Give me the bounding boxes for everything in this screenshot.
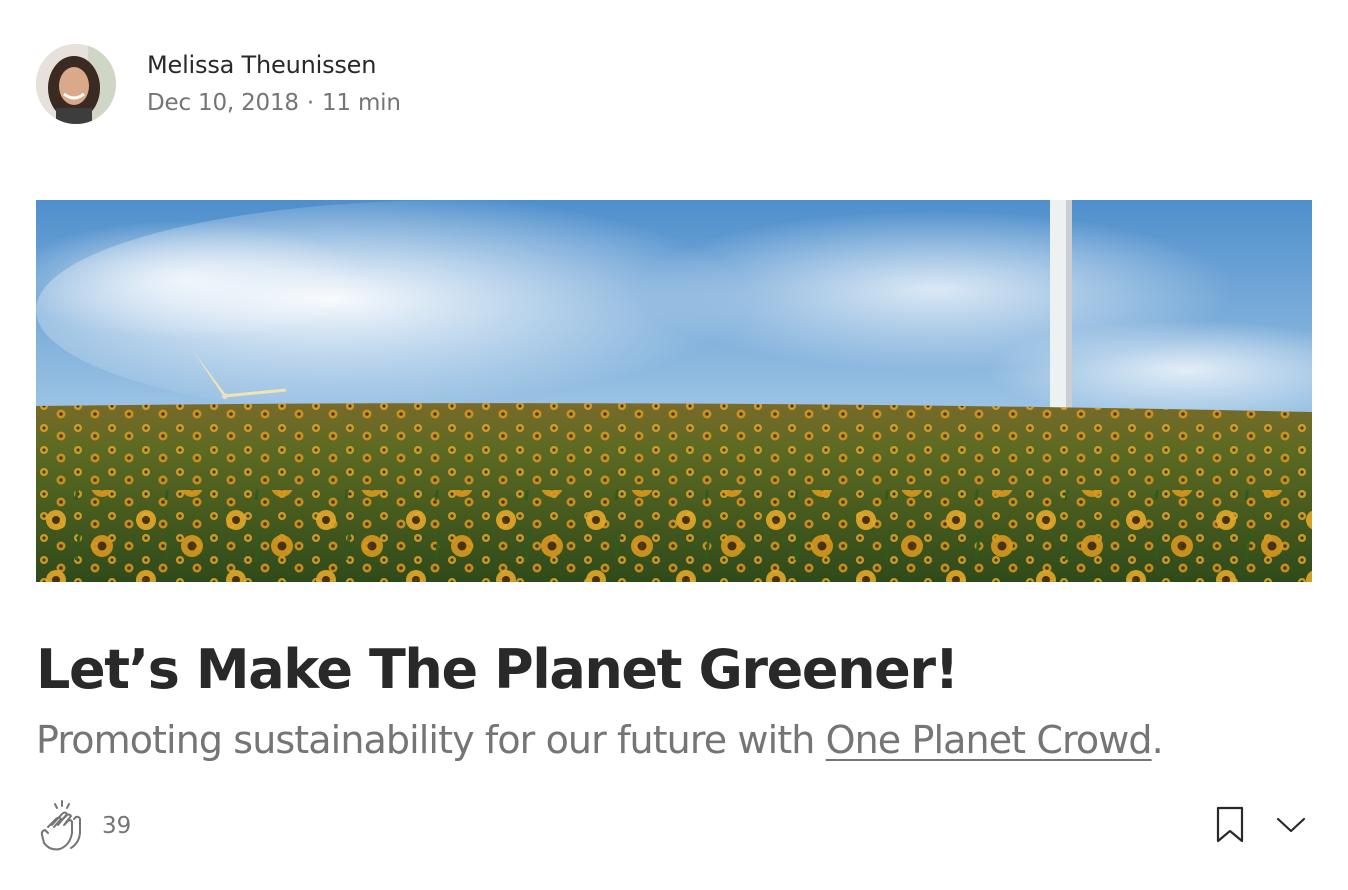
bookmark-button[interactable] <box>1210 803 1250 847</box>
author-avatar[interactable] <box>36 44 116 124</box>
subtitle-period: . <box>1151 718 1164 762</box>
clap-button[interactable] <box>36 798 88 854</box>
bookmark-icon <box>1216 806 1244 843</box>
read-time: 11 min <box>321 90 401 116</box>
author-meta: Melissa Theunissen Dec 10, 2018 · 11 min <box>147 48 401 120</box>
publish-date: Dec 10, 2018 <box>147 90 299 116</box>
publish-info: Dec 10, 2018 · 11 min <box>147 86 401 120</box>
clap-count[interactable]: 39 <box>102 798 131 854</box>
article-subtitle: Promoting sustainability for our future … <box>36 714 1164 766</box>
hero-image[interactable] <box>36 200 1312 582</box>
author-row: Melissa Theunissen Dec 10, 2018 · 11 min <box>36 44 401 124</box>
subtitle-text: Promoting sustainability for our future … <box>36 718 826 762</box>
chevron-down-icon <box>1276 817 1306 833</box>
meta-separator: · <box>306 90 314 116</box>
more-options-button[interactable] <box>1270 806 1312 844</box>
article-title[interactable]: Let’s Make The Planet Greener! <box>36 634 959 706</box>
one-planet-crowd-link[interactable]: One Planet Crowd <box>826 718 1153 762</box>
article-card[interactable]: Melissa Theunissen Dec 10, 2018 · 11 min <box>0 0 1348 890</box>
author-name[interactable]: Melissa Theunissen <box>147 48 401 82</box>
clap-group: 39 <box>36 798 131 854</box>
clap-icon <box>40 800 81 851</box>
